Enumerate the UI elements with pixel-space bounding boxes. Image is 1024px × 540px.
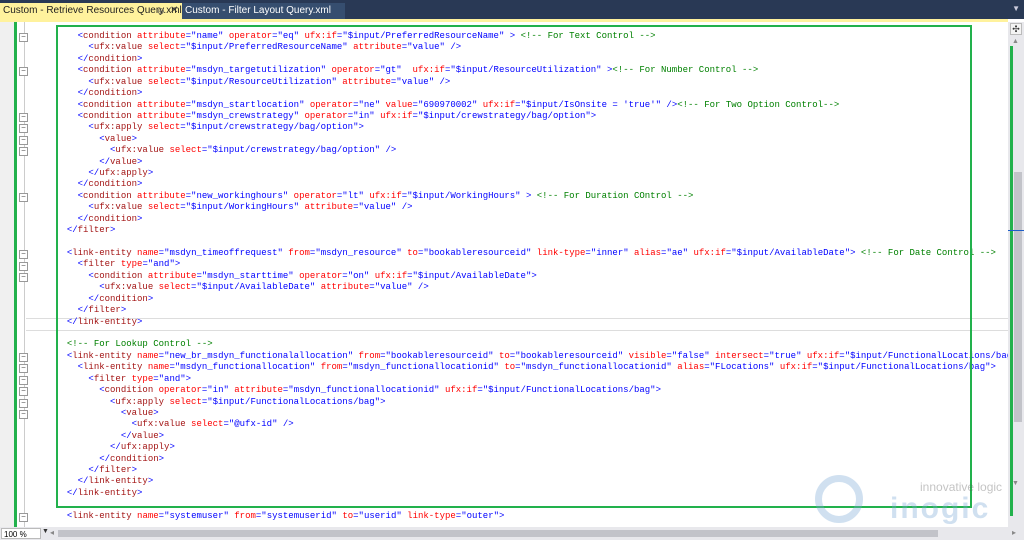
- collapse-icon[interactable]: −: [19, 387, 28, 397]
- collapse-icon[interactable]: −: [19, 33, 28, 42]
- scroll-left-icon[interactable]: ◂: [50, 528, 54, 537]
- zoom-level-select[interactable]: 100 %: [1, 528, 41, 539]
- collapse-icon[interactable]: −: [19, 353, 28, 363]
- collapse-icon[interactable]: −: [19, 250, 28, 260]
- chevron-down-icon[interactable]: ▼: [42, 528, 49, 535]
- collapse-icon[interactable]: −: [19, 364, 28, 374]
- collapse-icon[interactable]: −: [19, 124, 28, 134]
- collapse-icon[interactable]: −: [19, 67, 28, 77]
- vertical-scrollbar[interactable]: ✣ ▲ ▼: [1008, 22, 1024, 527]
- collapse-icon[interactable]: −: [19, 410, 28, 420]
- document-tab-bar: Custom - Retrieve Resources Query.xml ⊕ …: [0, 0, 1024, 21]
- change-map-bar: [1010, 46, 1013, 516]
- collapse-icon[interactable]: −: [19, 375, 28, 385]
- highlight-box: [56, 25, 972, 508]
- watermark-brand: inogic: [890, 492, 991, 525]
- logo-ring-icon: [815, 475, 863, 523]
- watermark-logo: innovative logic inogic: [815, 470, 1015, 530]
- split-window-icon[interactable]: ✣: [1010, 23, 1022, 35]
- tab-dropdown-icon[interactable]: ▼: [1012, 4, 1020, 13]
- indicator-margin: [0, 22, 14, 527]
- collapse-icon[interactable]: −: [19, 113, 28, 122]
- close-icon[interactable]: ✕: [170, 3, 178, 19]
- scroll-up-icon[interactable]: ▲: [1012, 38, 1019, 45]
- change-indicator-bar: [14, 22, 17, 540]
- tab-label: Custom - Retrieve Resources Query.xml: [3, 5, 182, 16]
- collapse-icon[interactable]: −: [19, 513, 28, 523]
- scrollbar-thumb[interactable]: [1014, 172, 1022, 422]
- pin-icon[interactable]: ⊕: [157, 3, 165, 19]
- horizontal-scrollbar-thumb[interactable]: [58, 530, 938, 537]
- collapse-icon[interactable]: −: [19, 135, 28, 145]
- caret-position-marker: [1008, 230, 1024, 231]
- collapse-icon[interactable]: −: [19, 193, 28, 203]
- tab-label: Custom - Filter Layout Query.xml: [185, 5, 331, 16]
- collapse-icon[interactable]: −: [19, 261, 28, 271]
- collapse-icon[interactable]: −: [19, 147, 28, 157]
- collapse-icon[interactable]: −: [19, 273, 28, 283]
- tab-filter-layout-query[interactable]: Custom - Filter Layout Query.xml: [182, 3, 345, 19]
- collapse-icon[interactable]: −: [19, 398, 28, 408]
